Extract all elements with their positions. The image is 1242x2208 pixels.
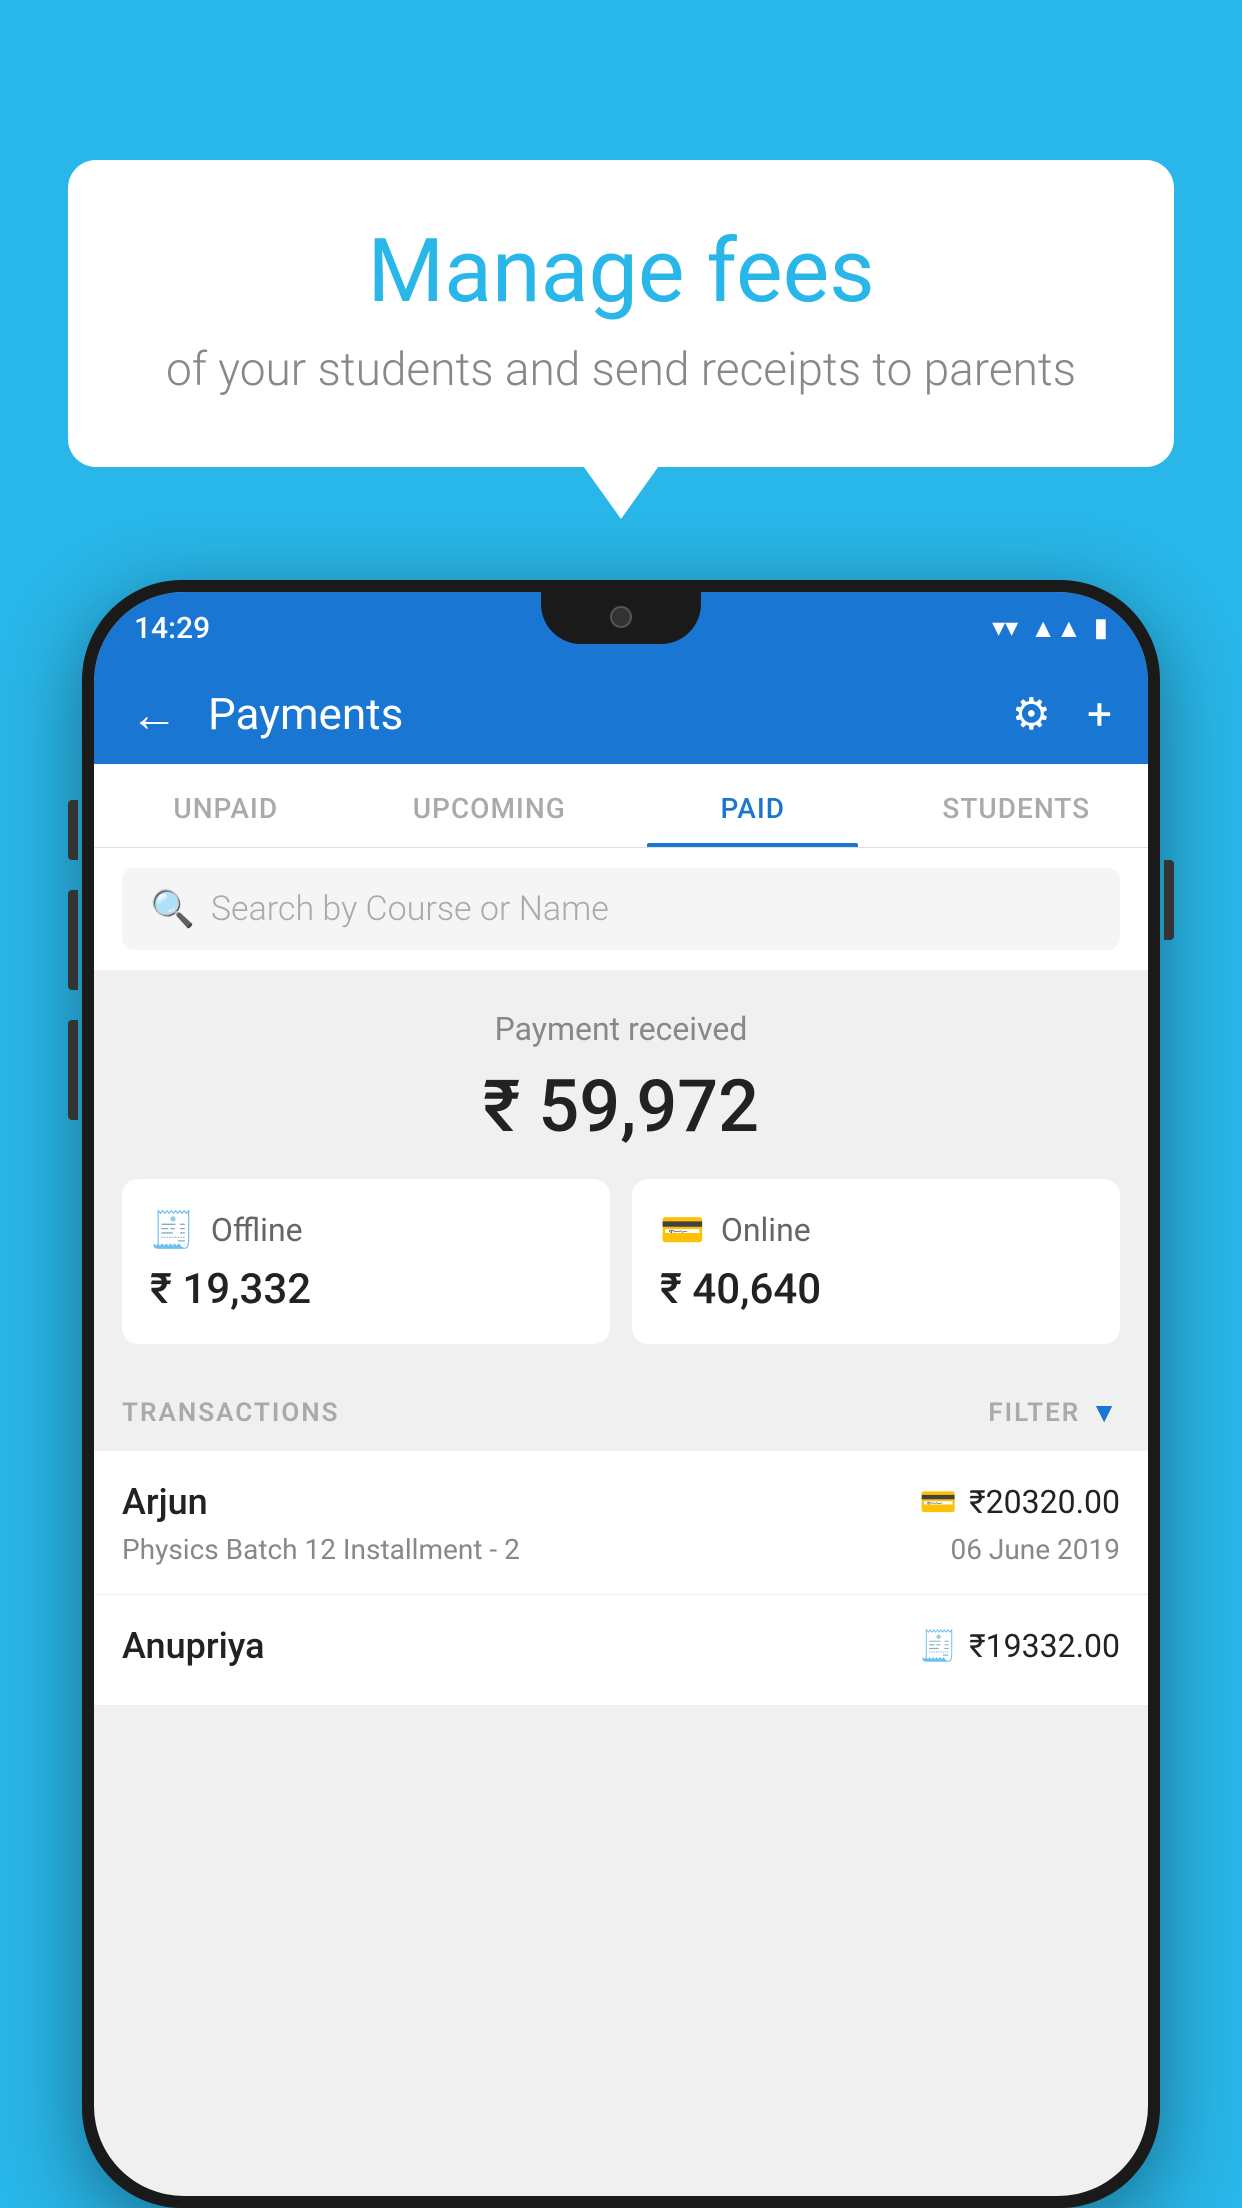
volume-silent-button [68,800,78,860]
online-label: Online [721,1211,811,1249]
tab-paid[interactable]: PAID [621,764,885,847]
search-input[interactable]: Search by Course or Name [211,889,609,929]
offline-payment-icon: 🧾 [920,1629,957,1664]
filter-button[interactable]: FILTER ▼ [988,1396,1120,1429]
offline-amount: ₹ 19,332 [150,1265,582,1314]
filter-label: FILTER [988,1398,1080,1428]
transaction-row-anupriya[interactable]: Anupriya 🧾 ₹19332.00 [94,1595,1148,1706]
bubble-title: Manage fees [148,220,1094,323]
signal-icon: ▲▲ [1030,613,1081,644]
header-title: Payments [208,688,982,740]
student-name-arjun: Arjun [122,1481,208,1523]
search-container: 🔍 Search by Course or Name [94,848,1148,970]
offline-icon: 🧾 [150,1209,195,1251]
tabs: UNPAID UPCOMING PAID STUDENTS [94,764,1148,848]
power-button [1164,860,1174,940]
transactions-label: TRANSACTIONS [122,1398,340,1428]
volume-up-button [68,890,78,990]
course-arjun: Physics Batch 12 Installment - 2 [122,1533,520,1566]
status-icons: ▾▾ ▲▲ ▮ [992,613,1108,644]
bubble-subtitle: of your students and send receipts to pa… [148,343,1094,397]
status-bar: 14:29 ▾▾ ▲▲ ▮ [94,592,1148,664]
online-icon: 💳 [660,1209,705,1251]
back-button[interactable]: ← [130,686,178,743]
add-icon[interactable]: + [1087,688,1112,740]
transactions-header: TRANSACTIONS FILTER ▼ [94,1374,1148,1451]
transaction-bottom-arjun: Physics Batch 12 Installment - 2 06 June… [122,1533,1120,1566]
filter-icon: ▼ [1090,1396,1120,1429]
date-arjun: 06 June 2019 [950,1533,1120,1566]
volume-down-button [68,1020,78,1120]
notch [541,592,701,644]
amount-anupriya: ₹19332.00 [969,1627,1120,1665]
online-amount: ₹ 40,640 [660,1265,1092,1314]
payment-summary: Payment received ₹ 59,972 [94,970,1148,1179]
payment-received-label: Payment received [94,1010,1148,1048]
amount-arjun: ₹20320.00 [969,1483,1120,1521]
search-box[interactable]: 🔍 Search by Course or Name [122,868,1120,950]
tab-upcoming[interactable]: UPCOMING [358,764,622,847]
payment-cards: 🧾 Offline ₹ 19,332 💳 Online ₹ 40,640 [94,1179,1148,1374]
phone-screen: 14:29 ▾▾ ▲▲ ▮ ← Payments ⚙ + UNPAID UPCO… [94,592,1148,2196]
tab-students[interactable]: STUDENTS [885,764,1149,847]
offline-label: Offline [211,1211,303,1249]
transaction-top-arjun: Arjun 💳 ₹20320.00 [122,1481,1120,1523]
student-name-anupriya: Anupriya [122,1625,265,1667]
phone-frame: 14:29 ▾▾ ▲▲ ▮ ← Payments ⚙ + UNPAID UPCO… [82,580,1160,2208]
transaction-top-anupriya: Anupriya 🧾 ₹19332.00 [122,1625,1120,1667]
search-icon: 🔍 [150,888,195,930]
header-icons: ⚙ + [1012,688,1112,740]
battery-icon: ▮ [1094,613,1108,643]
tab-unpaid[interactable]: UNPAID [94,764,358,847]
wifi-icon: ▾▾ [992,613,1018,643]
settings-icon[interactable]: ⚙ [1012,688,1051,740]
app-header: ← Payments ⚙ + [94,664,1148,764]
online-card: 💳 Online ₹ 40,640 [632,1179,1120,1344]
speech-bubble: Manage fees of your students and send re… [68,160,1174,467]
transaction-row-arjun[interactable]: Arjun 💳 ₹20320.00 Physics Batch 12 Insta… [94,1451,1148,1595]
camera [610,606,632,628]
total-amount: ₹ 59,972 [94,1064,1148,1149]
online-payment-icon: 💳 [920,1485,957,1520]
transaction-amount-anupriya: 🧾 ₹19332.00 [920,1627,1120,1665]
offline-card: 🧾 Offline ₹ 19,332 [122,1179,610,1344]
transaction-amount-arjun: 💳 ₹20320.00 [920,1483,1120,1521]
online-card-top: 💳 Online [660,1209,1092,1251]
offline-card-top: 🧾 Offline [150,1209,582,1251]
status-time: 14:29 [134,611,210,646]
